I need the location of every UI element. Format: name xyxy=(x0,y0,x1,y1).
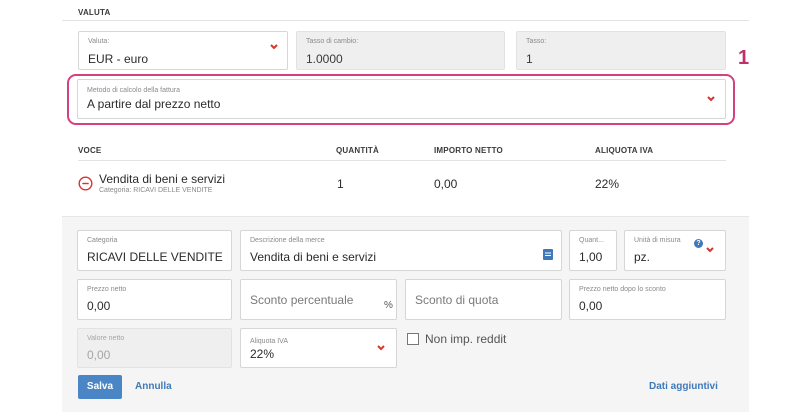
valuta-value: EUR - euro xyxy=(88,52,149,66)
aliquota-label: Aliquota IVA xyxy=(250,338,289,345)
section-title: VALUTA xyxy=(78,8,111,17)
valore-netto-label: Valore netto xyxy=(87,335,125,342)
cancel-link[interactable]: Annulla xyxy=(135,381,172,392)
unita-value: pz. xyxy=(634,250,651,264)
chevron-down-icon xyxy=(705,246,715,254)
prezzo-netto-value: 0,00 xyxy=(87,299,111,313)
quantita-label: Quant... xyxy=(579,237,604,244)
tasso-cambio-field: Tasso di cambio: 1.0000 xyxy=(296,31,505,70)
tasso-label: Tasso: xyxy=(526,38,547,45)
chevron-down-icon xyxy=(269,43,279,51)
quantita-field[interactable]: Quant... 1,00 xyxy=(569,230,617,271)
categoria-field[interactable]: Categoria RICAVI DELLE VENDITE xyxy=(77,230,232,271)
aliquota-value: 22% xyxy=(250,347,275,361)
callout-number: 1 xyxy=(738,47,750,69)
row-title: Vendita di beni e servizi xyxy=(99,172,226,186)
row-net-amount: 0,00 xyxy=(434,177,458,191)
save-button[interactable]: Salva xyxy=(78,375,122,399)
aliquota-select[interactable]: Aliquota IVA 22% xyxy=(240,328,397,368)
percent-symbol: % xyxy=(384,300,393,311)
prezzo-scontato-value: 0,00 xyxy=(579,299,603,313)
sconto-percentuale-placeholder: Sconto percentuale xyxy=(250,292,354,307)
quantita-value: 1,00 xyxy=(579,250,603,264)
prezzo-netto-field[interactable]: Prezzo netto 0,00 xyxy=(77,279,232,320)
divider xyxy=(62,20,749,21)
tasso-field: Tasso: 1 xyxy=(516,31,726,70)
extra-data-link[interactable]: Dati aggiuntivi xyxy=(649,381,718,392)
prezzo-scontato-field[interactable]: Prezzo netto dopo lo sconto 0,00 xyxy=(569,279,726,320)
row-category: Categoria: RICAVI DELLE VENDITE xyxy=(99,187,213,194)
help-icon[interactable]: ? xyxy=(694,239,703,248)
sconto-percentuale-input[interactable]: Sconto percentuale % xyxy=(240,279,397,320)
row-vat: 22% xyxy=(595,177,620,191)
non-imp-label[interactable]: Non imp. reddit xyxy=(425,332,506,346)
descrizione-label: Descrizione della merce xyxy=(250,237,325,244)
non-imp-checkbox[interactable] xyxy=(407,333,419,345)
tasso-cambio-label: Tasso di cambio: xyxy=(306,38,359,45)
valore-netto-value: 0,00 xyxy=(87,348,111,362)
column-header-quantita: QUANTITÀ xyxy=(336,146,379,155)
table-header-divider xyxy=(78,160,726,161)
row-quantity: 1 xyxy=(337,177,344,191)
chevron-down-icon xyxy=(376,344,386,352)
categoria-value: RICAVI DELLE VENDITE xyxy=(87,250,223,264)
sconto-quota-input[interactable]: Sconto di quota xyxy=(405,279,562,320)
valuta-label: Valuta: xyxy=(88,38,110,45)
unita-label: Unità di misura xyxy=(634,237,681,244)
prezzo-netto-label: Prezzo netto xyxy=(87,286,127,293)
minus-circle-icon[interactable] xyxy=(78,176,93,191)
column-header-importo: IMPORTO NETTO xyxy=(434,146,503,155)
unita-select[interactable]: Unità di misura pz. xyxy=(624,230,726,271)
column-header-voce: VOCE xyxy=(78,146,102,155)
column-header-aliquota: ALIQUOTA IVA xyxy=(595,146,654,155)
sconto-quota-placeholder: Sconto di quota xyxy=(415,292,499,307)
valuta-select[interactable]: Valuta: EUR - euro xyxy=(78,31,288,70)
prezzo-scontato-label: Prezzo netto dopo lo sconto xyxy=(579,286,666,293)
tasso-cambio-value: 1.0000 xyxy=(306,52,343,66)
highlight-box xyxy=(67,74,735,125)
categoria-label: Categoria xyxy=(87,237,118,244)
tasso-value: 1 xyxy=(526,52,533,66)
descrizione-value: Vendita di beni e servizi xyxy=(250,250,377,264)
descrizione-field[interactable]: Descrizione della merce Vendita di beni … xyxy=(240,230,562,271)
note-icon[interactable] xyxy=(543,247,553,260)
valore-netto-field: Valore netto 0,00 xyxy=(77,328,232,368)
